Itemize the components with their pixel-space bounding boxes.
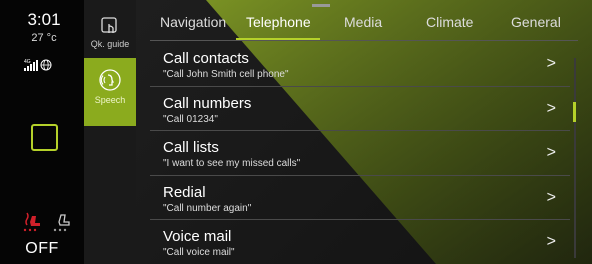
scrollbar-thumb[interactable] xyxy=(573,102,576,122)
tab-climate[interactable]: Climate xyxy=(426,14,473,30)
item-title: Voice mail xyxy=(163,228,232,245)
tabs-divider xyxy=(150,40,578,41)
tab-telephone[interactable]: Telephone xyxy=(246,14,311,30)
infotainment-screen: 3:01 27 °c 4G OFF Qk. guide Speech Navig… xyxy=(0,0,592,264)
item-example: "Call voice mail" xyxy=(163,247,235,258)
touch-hand-icon xyxy=(101,17,117,33)
item-example: "Call John Smith cell phone" xyxy=(163,69,289,80)
speech-button[interactable]: Speech xyxy=(84,58,136,126)
speech-label: Speech xyxy=(94,95,126,105)
chevron-right-icon: > xyxy=(546,144,556,161)
tab-general[interactable]: General xyxy=(511,14,561,30)
category-tabs: Navigation Telephone Media Climate Gener… xyxy=(136,0,592,41)
quick-guide-label: Qk. guide xyxy=(90,39,130,49)
chevron-right-icon: > xyxy=(546,99,556,117)
speech-head-icon xyxy=(99,69,121,91)
tab-navigation[interactable]: Navigation xyxy=(160,14,226,30)
list-item-redial[interactable]: Redial "Call number again" > xyxy=(150,176,570,220)
list-item-call-lists[interactable]: Call lists "I want to see my missed call… xyxy=(150,131,570,176)
item-example: "Call number again" xyxy=(163,202,252,214)
item-title: Redial xyxy=(163,183,206,201)
item-title: Call numbers xyxy=(163,94,252,112)
voice-commands-panel: Navigation Telephone Media Climate Gener… xyxy=(136,0,592,264)
item-title: Call contacts xyxy=(163,50,249,67)
clock: 3:01 xyxy=(27,10,61,29)
item-example: "Call 01234" xyxy=(163,113,218,125)
climate-off-label: OFF xyxy=(25,240,59,257)
signal-globe-icon: 4G xyxy=(24,59,52,71)
item-title: Call lists xyxy=(163,139,219,156)
tab-indicator-marker xyxy=(312,4,330,7)
chevron-right-icon: > xyxy=(546,55,556,72)
seat-heating-icon[interactable] xyxy=(22,210,42,232)
home-button[interactable] xyxy=(31,124,58,151)
chevron-right-icon: > xyxy=(546,233,556,250)
quick-guide-button[interactable]: Qk. guide xyxy=(84,12,136,58)
chevron-right-icon: > xyxy=(546,188,556,206)
command-list: Call contacts "Call John Smith cell phon… xyxy=(150,42,570,264)
network-type: 4G xyxy=(24,59,31,65)
list-item-voice-mail[interactable]: Voice mail "Call voice mail" > xyxy=(150,220,570,264)
outside-temperature: 27 °c xyxy=(31,32,57,44)
tab-media[interactable]: Media xyxy=(344,14,382,30)
status-column: 3:01 27 °c 4G OFF xyxy=(0,0,84,264)
item-example: "I want to see my missed calls" xyxy=(163,158,301,169)
list-item-call-contacts[interactable]: Call contacts "Call John Smith cell phon… xyxy=(150,42,570,87)
mode-column: Qk. guide Speech xyxy=(84,0,136,264)
seat-ventilation-icon[interactable] xyxy=(52,210,72,232)
list-item-call-numbers[interactable]: Call numbers "Call 01234" > xyxy=(150,87,570,131)
scrollbar-track[interactable] xyxy=(574,58,576,258)
